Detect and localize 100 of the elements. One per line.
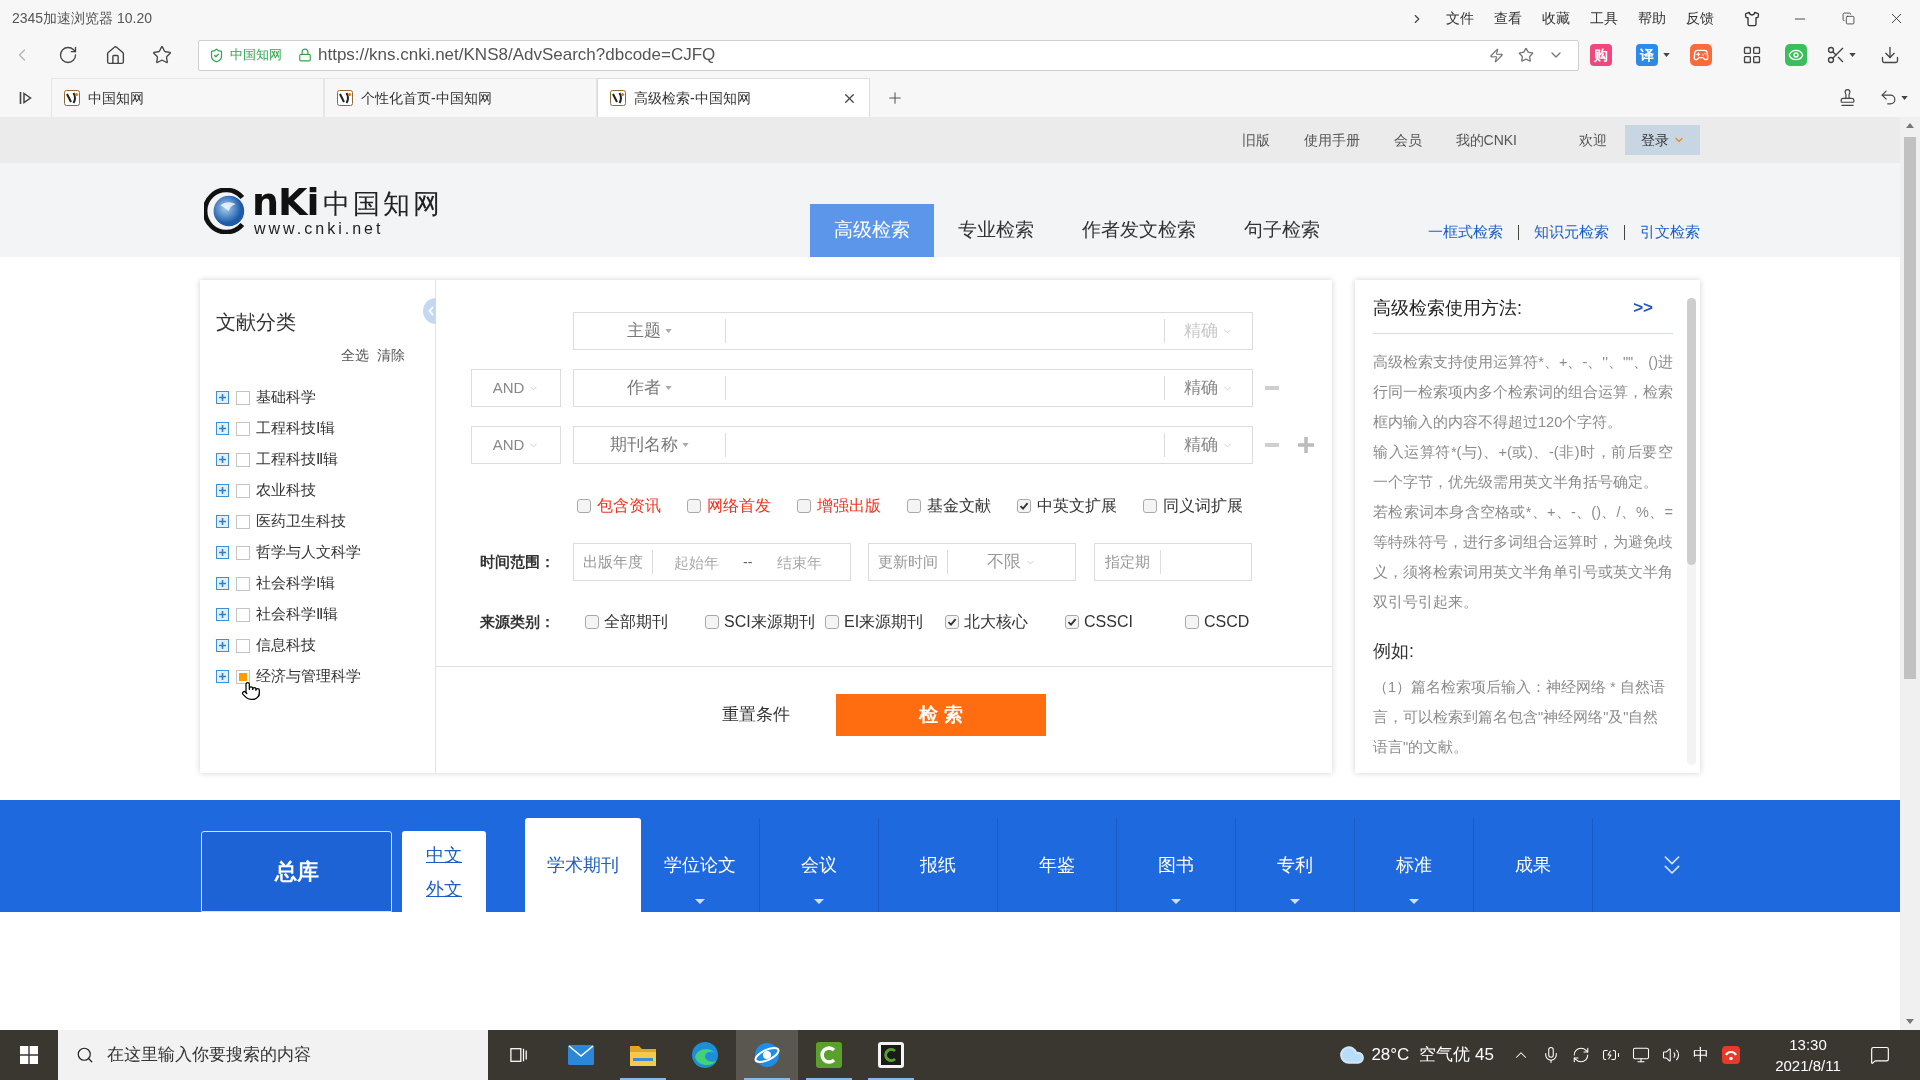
expand-icon[interactable] xyxy=(216,608,229,621)
checkbox[interactable] xyxy=(236,576,250,591)
select-all-link[interactable]: 全选 xyxy=(341,345,369,365)
checkbox[interactable] xyxy=(236,607,250,622)
quick-link[interactable]: 引文检索 xyxy=(1640,220,1700,244)
taskbar-button[interactable] xyxy=(736,1030,798,1080)
tray-app-icon[interactable] xyxy=(1722,1046,1740,1064)
search-field-group[interactable]: 期刊名称 精确 xyxy=(573,426,1253,464)
database-tab[interactable]: 报纸 xyxy=(879,818,998,912)
database-tab[interactable]: 图书 xyxy=(1117,818,1236,912)
expand-icon[interactable] xyxy=(216,577,229,590)
checkbox[interactable] xyxy=(236,669,250,684)
top-link[interactable]: 旧版 xyxy=(1241,129,1270,151)
checkbox[interactable] xyxy=(1185,615,1199,629)
reload-icon[interactable] xyxy=(58,45,78,65)
database-tab[interactable]: 标准 xyxy=(1355,818,1474,912)
checkbox[interactable] xyxy=(687,499,701,513)
category-label[interactable]: 工程科技Ⅰ辑 xyxy=(256,417,335,440)
browser-tab[interactable]: 个性化首页-中国知网 xyxy=(324,78,597,117)
category-label[interactable]: 社会科学Ⅱ辑 xyxy=(256,603,338,626)
category-label[interactable]: 基础科学 xyxy=(256,386,316,409)
search-field-group[interactable]: 作者 精确 xyxy=(573,369,1253,407)
menu-item[interactable]: 收藏 xyxy=(1532,8,1580,29)
stamp-icon[interactable] xyxy=(1838,88,1857,107)
download-icon[interactable] xyxy=(1880,45,1900,65)
checkbox[interactable] xyxy=(236,421,250,436)
checkbox[interactable] xyxy=(236,483,250,498)
search-tab[interactable]: 专业检索 xyxy=(934,204,1058,257)
sidebar-toggle-icon[interactable] xyxy=(18,90,33,105)
language-link[interactable]: 中文 xyxy=(426,844,462,865)
option-label[interactable]: 包含资讯 xyxy=(597,494,661,518)
reset-button[interactable]: 重置条件 xyxy=(722,694,790,736)
undo-icon[interactable] xyxy=(1879,88,1898,107)
option-label[interactable]: 全部期刊 xyxy=(604,610,668,634)
expand-icon[interactable] xyxy=(216,422,229,435)
option-label[interactable]: 网络首发 xyxy=(707,494,771,518)
taskbar-search-field[interactable]: 在这里输入你要搜索的内容 xyxy=(58,1030,488,1080)
checkbox[interactable] xyxy=(577,499,591,513)
database-tab[interactable]: 年鉴 xyxy=(998,818,1117,912)
option-label[interactable]: SCI来源期刊 xyxy=(724,610,815,634)
all-databases-tab[interactable]: 总库 xyxy=(201,831,392,912)
checkbox[interactable] xyxy=(236,390,250,405)
category-label[interactable]: 哲学与人文科学 xyxy=(256,541,361,564)
option-label[interactable]: CSCD xyxy=(1204,610,1250,634)
expand-icon[interactable] xyxy=(216,453,229,466)
star-icon[interactable] xyxy=(1518,47,1534,63)
clear-link[interactable]: 清除 xyxy=(377,345,405,365)
top-link[interactable]: 使用手册 xyxy=(1303,129,1360,151)
clock-date[interactable]: 2021/8/11 xyxy=(1775,1055,1841,1076)
end-year-input[interactable]: 结束年 xyxy=(756,544,843,580)
match-select[interactable]: 精确 xyxy=(1165,427,1252,463)
checkbox[interactable] xyxy=(1065,615,1079,629)
menu-item[interactable]: 查看 xyxy=(1484,8,1532,29)
browser-tab[interactable]: 中国知网 xyxy=(51,78,324,117)
weather-text[interactable]: 28°C xyxy=(1371,1042,1410,1068)
checkbox[interactable] xyxy=(705,615,719,629)
checkbox[interactable] xyxy=(1143,499,1157,513)
monitor-icon[interactable] xyxy=(1632,1046,1650,1064)
translate-extension-button[interactable]: 译 xyxy=(1636,44,1658,66)
database-tab[interactable]: 成果 xyxy=(1474,818,1593,912)
expand-icon[interactable] xyxy=(216,670,229,683)
plus-icon[interactable] xyxy=(1298,437,1314,453)
publish-year-field[interactable]: 出版年度 起始年 -- 结束年 xyxy=(573,543,851,581)
checkbox[interactable] xyxy=(1017,499,1031,513)
login-button[interactable]: 登录 xyxy=(1625,125,1700,155)
category-label[interactable]: 工程科技Ⅱ辑 xyxy=(256,448,338,471)
microphone-icon[interactable] xyxy=(1542,1046,1560,1064)
input-method-indicator[interactable]: 中 xyxy=(1686,1043,1716,1067)
expand-icon[interactable] xyxy=(216,515,229,528)
option-label[interactable]: 中英文扩展 xyxy=(1037,494,1117,518)
option-label[interactable]: 北大核心 xyxy=(964,610,1028,634)
sync-icon[interactable] xyxy=(1572,1046,1590,1064)
gamepad-icon[interactable] xyxy=(1690,44,1712,66)
menu-item[interactable]: 反馈 xyxy=(1676,8,1724,29)
menu-item[interactable]: 文件 xyxy=(1436,8,1484,29)
expand-icon[interactable] xyxy=(216,391,229,404)
checkbox[interactable] xyxy=(236,638,250,653)
field-select[interactable]: 期刊名称 xyxy=(574,427,725,463)
scrollbar-thumb[interactable] xyxy=(1904,137,1916,679)
option-label[interactable]: 同义词扩展 xyxy=(1163,494,1243,518)
database-tab[interactable]: 专利 xyxy=(1236,818,1355,912)
shirt-icon[interactable] xyxy=(1744,10,1760,27)
eye-icon[interactable] xyxy=(1785,44,1807,66)
browser-tab[interactable]: 高级检索-中国知网 xyxy=(597,78,870,117)
scrollbar-thumb[interactable] xyxy=(1687,298,1696,565)
category-label[interactable]: 农业科技 xyxy=(256,479,316,502)
checkbox[interactable] xyxy=(236,452,250,467)
scissors-icon[interactable] xyxy=(1826,45,1846,65)
scroll-up-icon[interactable] xyxy=(1906,123,1914,128)
category-label[interactable]: 社会科学Ⅰ辑 xyxy=(256,572,335,595)
checkbox[interactable] xyxy=(236,545,250,560)
category-label[interactable]: 信息科技 xyxy=(256,634,316,657)
search-tab[interactable]: 作者发文检索 xyxy=(1058,204,1220,257)
checkbox[interactable] xyxy=(907,499,921,513)
clock-time[interactable]: 13:30 xyxy=(1789,1034,1827,1055)
match-select[interactable]: 精确 xyxy=(1165,370,1252,406)
grid-icon[interactable] xyxy=(1742,45,1762,65)
shop-extension-button[interactable]: 购 xyxy=(1590,44,1612,66)
expand-icon[interactable] xyxy=(216,484,229,497)
expand-icon[interactable] xyxy=(216,639,229,652)
